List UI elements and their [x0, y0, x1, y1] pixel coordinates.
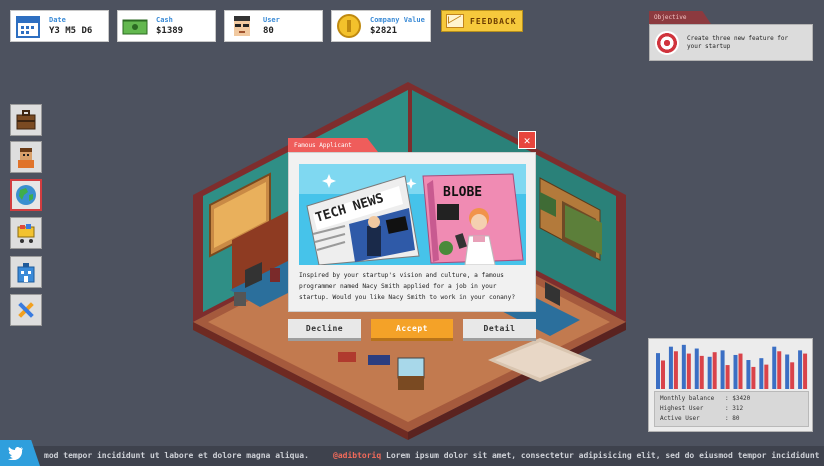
objective-text: Create three new feature for your startu… [687, 34, 789, 50]
chart-bar-2-7 [738, 353, 743, 389]
ticker-handle[interactable]: @adibtoriq [333, 451, 381, 460]
briefcase-icon [16, 110, 36, 130]
date-value: Y3 M5 D6 [49, 25, 93, 36]
chart-bar-2-5 [712, 352, 717, 389]
company-value-value: $2821 [370, 25, 398, 36]
chart-bar-1-9 [759, 358, 764, 389]
detail-label: Detail [483, 324, 516, 333]
chart-bar-1-2 [668, 346, 673, 389]
feedback-label: FEEDBACK [470, 16, 517, 26]
monthly-balance-value: : $3420 [725, 395, 751, 402]
monthly-balance-label: Monthly balance [660, 395, 715, 402]
chart-bar-2-9 [764, 364, 769, 389]
target-icon [655, 30, 679, 55]
chart-bar-2-1 [661, 360, 665, 389]
chart-bar-1-3 [681, 344, 686, 389]
money-icon [122, 13, 148, 39]
active-user-label: Active User [660, 415, 700, 422]
date-stat: Date Y3 M5 D6 [10, 10, 109, 42]
famous-applicant-modal: Famous Applicant ✕ TECH NEWS BLOBE Inspi… [288, 131, 536, 343]
accept-label: Accept [396, 324, 428, 333]
chart-bar-2-12 [803, 353, 808, 389]
company-value-stat: Company Value $2821 [331, 10, 431, 42]
sidebar-item-briefcase[interactable] [10, 104, 42, 136]
chart-bar-1-11 [785, 354, 790, 389]
shopping-cart-icon [17, 224, 35, 243]
chart-bar-1-7 [733, 354, 738, 389]
sidebar-item-tools[interactable] [10, 294, 42, 326]
chart-bar-2-11 [790, 362, 795, 389]
chart-bar-1-8 [746, 360, 751, 389]
sidebar-item-globe[interactable] [10, 179, 42, 211]
chart-bar-1-5 [707, 356, 712, 389]
decline-button[interactable]: Decline [288, 319, 361, 341]
tools-icon [18, 302, 34, 318]
chart-bar-1-1 [656, 353, 660, 389]
detail-button[interactable]: Detail [463, 319, 536, 341]
coin-icon [336, 13, 362, 39]
chart-bar-2-3 [686, 353, 691, 389]
cash-value: $1389 [156, 25, 184, 36]
user-value: 80 [263, 25, 274, 36]
calendar-icon [15, 13, 41, 39]
active-user-value: : 80 [725, 415, 740, 422]
monthly-balance-row: Monthly balance : $3420 [660, 394, 803, 404]
user-label: User [263, 15, 280, 24]
highest-user-label: Highest User [660, 405, 704, 412]
chart-bar-1-10 [772, 346, 777, 389]
chart-bar-2-8 [751, 366, 756, 389]
accept-button[interactable]: Accept [371, 319, 453, 341]
chart-bar-2-10 [777, 351, 782, 389]
user-stat: User 80 [224, 10, 323, 42]
news-ticker: mod tempor incididunt ut labore et dolor… [0, 446, 824, 466]
finance-info: Monthly balance : $3420 Highest User : 3… [654, 391, 809, 427]
news-illustration: TECH NEWS BLOBE [299, 164, 526, 265]
globe-icon [16, 185, 36, 205]
close-icon: ✕ [523, 133, 531, 147]
chart-bar-1-6 [720, 350, 725, 389]
modal-title: Famous Applicant [288, 138, 378, 152]
applicant-description: Inspired by your startup's vision and cu… [299, 272, 516, 301]
cash-stat: Cash $1389 [117, 10, 216, 42]
modal-body: TECH NEWS BLOBE Inspired by your startup… [288, 152, 536, 312]
finance-panel: Monthly balance : $3420 Highest User : 3… [648, 338, 813, 432]
sidebar-item-office[interactable] [10, 256, 42, 288]
objective-panel: Objective Create three new feature for y… [649, 11, 813, 61]
sidebar-item-person[interactable] [10, 141, 42, 173]
chart-bar-2-2 [673, 351, 678, 389]
envelope-icon [446, 14, 464, 28]
ticker-text-before: mod tempor incididunt ut labore et dolor… [44, 451, 309, 460]
feedback-button[interactable]: FEEDBACK [441, 10, 523, 32]
decline-label: Decline [305, 324, 344, 333]
sidebar-item-cart[interactable] [10, 217, 42, 249]
office-building-icon [17, 263, 35, 283]
objective-tab: Objective [649, 11, 711, 24]
person-icon [18, 148, 34, 168]
chart-bar-2-6 [725, 365, 730, 389]
chart-bar-2-4 [699, 355, 704, 389]
twitter-icon [8, 446, 23, 460]
company-value-label: Company Value [370, 15, 425, 24]
highest-user-row: Highest User : 312 [660, 404, 803, 414]
chart-bar-1-12 [798, 350, 803, 389]
magazine-title: BLOBE [443, 185, 482, 200]
close-button[interactable]: ✕ [518, 131, 536, 149]
twitter-badge[interactable] [0, 440, 40, 466]
chart-bar-1-4 [694, 348, 699, 389]
highest-user-value: : 312 [725, 405, 744, 412]
ticker-text-after: Lorem ipsum dolor sit amet, consectetur … [386, 451, 824, 460]
cash-label: Cash [156, 15, 173, 24]
active-user-row: Active User : 80 [660, 414, 803, 424]
balance-bar-chart [656, 344, 808, 389]
user-face-icon [229, 13, 255, 39]
date-label: Date [49, 15, 66, 24]
